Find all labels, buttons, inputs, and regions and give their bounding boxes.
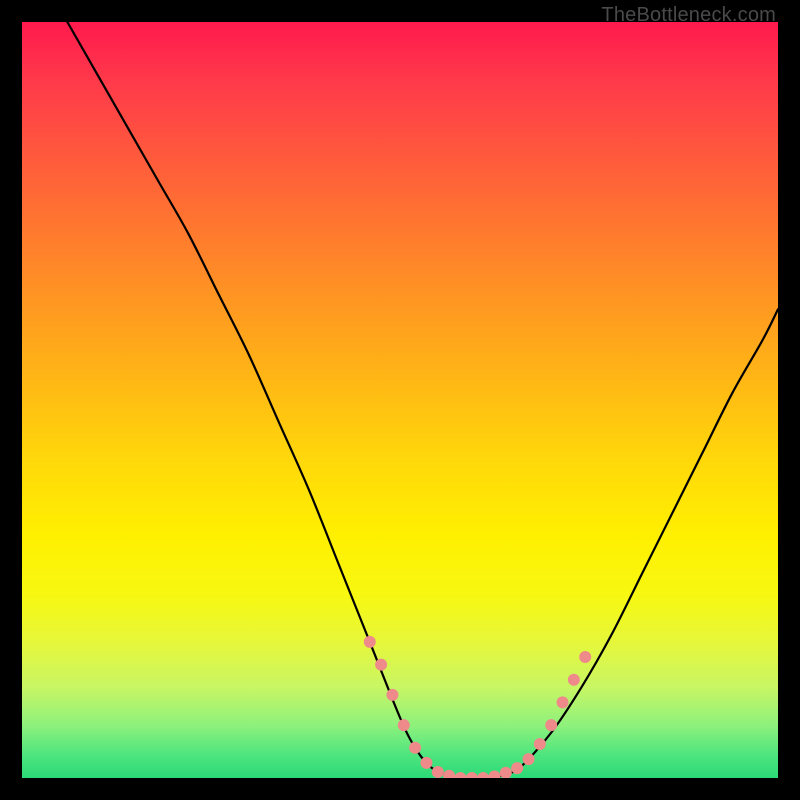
highlight-dot xyxy=(568,674,580,686)
highlight-dot xyxy=(477,772,489,778)
highlight-dot xyxy=(398,719,410,731)
highlight-dot xyxy=(409,742,421,754)
highlight-dot xyxy=(523,753,535,765)
highlight-dot xyxy=(579,651,591,663)
highlight-dots xyxy=(364,636,591,778)
bottleneck-curve xyxy=(67,22,778,778)
highlight-dot xyxy=(432,766,444,778)
highlight-dot xyxy=(386,689,398,701)
curve-svg xyxy=(22,22,778,778)
highlight-dot xyxy=(443,770,455,778)
highlight-dot xyxy=(545,719,557,731)
chart-frame: TheBottleneck.com xyxy=(0,0,800,800)
highlight-dot xyxy=(511,762,523,774)
highlight-dot xyxy=(489,770,501,778)
highlight-dot xyxy=(420,757,432,769)
highlight-dot xyxy=(557,696,569,708)
highlight-dot xyxy=(466,772,478,778)
highlight-dot xyxy=(534,738,546,750)
highlight-dot xyxy=(364,636,376,648)
plot-area xyxy=(22,22,778,778)
highlight-dot xyxy=(375,659,387,671)
highlight-dot xyxy=(500,767,512,778)
highlight-dot xyxy=(454,772,466,778)
